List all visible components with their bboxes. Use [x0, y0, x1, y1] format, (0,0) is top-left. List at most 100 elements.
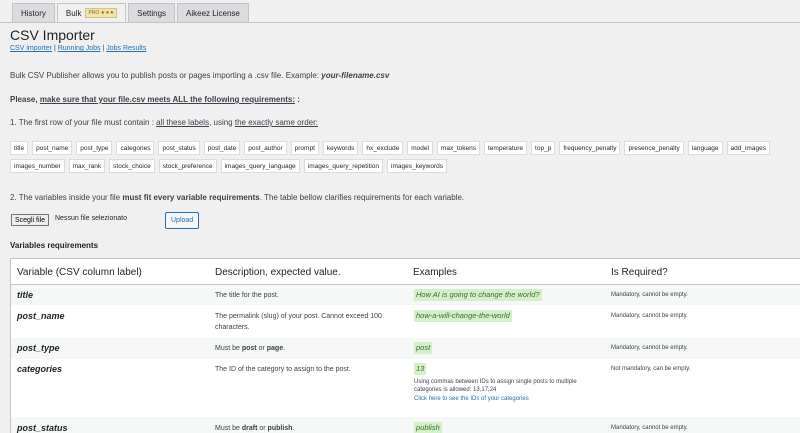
table-row: categories The ID of the category to ass… [11, 359, 800, 417]
step1-link-order: the exactly same order: [234, 118, 319, 127]
csv-label-chip: stock_preference [158, 159, 217, 173]
csv-label-chip: frequency_penalty [559, 141, 621, 155]
desc-text: . [292, 425, 295, 432]
tab-label: Settings [137, 8, 167, 18]
table-row: post_name The permalink (slug) of your p… [11, 305, 800, 338]
desc-bold: post [241, 345, 257, 352]
csv-label-chip: top_p [531, 141, 556, 155]
variable-description: Must be draft or publish. [215, 423, 294, 433]
sub-navigation: CSV importer | Running Jobs | Jobs Resul… [10, 45, 146, 52]
jobs-results-link[interactable]: Jobs Results [106, 45, 146, 52]
csv-label-chip: max_tokens [436, 141, 480, 155]
notice-link: make sure that your file.csv meets ALL t… [39, 95, 295, 104]
example-chip: post [414, 342, 433, 354]
step1-body: 1. The first row of your file must conta… [10, 118, 157, 127]
requirements-notice: Please, make sure that your file.csv mee… [10, 95, 300, 104]
csv-label-chip: temperature [484, 141, 528, 155]
desc-text: Must be [215, 345, 242, 352]
step-1-text: 1. The first row of your file must conta… [10, 118, 318, 127]
header-examples: Examples [413, 267, 457, 278]
csv-label-chip: language [687, 141, 723, 155]
csv-label-chip: categories [116, 141, 155, 155]
csv-label-chip: prompt [290, 141, 319, 155]
file-status-text: Nessun file selezionato [55, 215, 127, 222]
variable-example: post [414, 342, 433, 354]
example-chip: how-a-will-change-the-world [414, 310, 512, 322]
tab-divider [0, 22, 800, 23]
step1-mid: , using [209, 118, 235, 127]
csv-importer-link[interactable]: CSV importer [10, 45, 52, 52]
variable-name: categories [17, 364, 63, 374]
tab-settings[interactable]: Settings [128, 3, 176, 22]
desc-bold: publish [267, 425, 293, 432]
csv-label-chip: images_number [10, 159, 65, 173]
table-row: title The title for the post. How AI is … [11, 285, 800, 305]
variable-description: The ID of the category to assign to the … [215, 366, 351, 373]
csv-label-chip: keywords [322, 141, 359, 155]
variable-description: Must be post or page. [215, 343, 285, 354]
page-title: CSV Importer [10, 27, 95, 43]
choose-file-button[interactable]: Scegli file [11, 214, 49, 226]
running-jobs-link[interactable]: Running Jobs [58, 45, 101, 52]
example-chip: publish [414, 422, 442, 433]
example-chip: How AI is going to change the world? [414, 289, 542, 301]
category-ids-link[interactable]: Click here to see the IDs of your catego… [414, 394, 599, 405]
desc-text: or [257, 425, 268, 432]
step2-rest: . The table bellow clarifies requirement… [259, 193, 465, 202]
table-row: post_type Must be post or page. post Man… [11, 338, 800, 359]
desc-text: Must be [215, 425, 242, 432]
notice-suffix: : [295, 95, 300, 104]
table-row: post_status Must be draft or publish. pu… [11, 417, 800, 433]
variable-example: publish [414, 422, 442, 433]
desc-text: or [256, 345, 267, 352]
tab-label: Aikeez License [186, 8, 240, 18]
tab-bulk[interactable]: Bulk PRO ★★★ [56, 3, 127, 22]
csv-label-chip: max_rank [68, 159, 106, 173]
upload-button[interactable]: Upload [165, 212, 200, 229]
csv-label-chip: images_keywords [387, 159, 448, 173]
variable-name: title [17, 290, 34, 300]
variable-example: how-a-will-change-the-world [414, 310, 512, 322]
variable-required: Mandatory, cannot be empty. [611, 345, 688, 351]
variable-required: Not mandatory, can be empty. [611, 366, 691, 372]
variable-description: The title for the post. [215, 292, 279, 299]
variable-example: 13 Using commas between IDs to assign si… [414, 363, 599, 405]
header-required: Is Required? [611, 267, 668, 278]
csv-label-chip: images_query_repetition [303, 159, 383, 173]
variable-name: post_status [17, 423, 68, 433]
tab-history[interactable]: History [12, 3, 55, 22]
desc-bold: draft [241, 425, 258, 432]
variable-required: Mandatory, cannot be empty. [611, 425, 688, 431]
variable-required: Mandatory, cannot be empty. [611, 292, 688, 298]
tab-label: Bulk [65, 8, 82, 18]
variable-description: The permalink (slug) of your post. Canno… [215, 313, 382, 331]
step2-bold: must fit every variable requirements [122, 193, 260, 202]
csv-label-chip: post_status [158, 141, 200, 155]
csv-label-chip: post_author [244, 141, 287, 155]
csv-label-chip: post_date [203, 141, 241, 155]
csv-label-chip: post_type [76, 141, 113, 155]
csv-label-chip: hx_exclude [362, 141, 404, 155]
csv-label-chip: images_query_language [220, 159, 300, 173]
variable-example: How AI is going to change the world? [414, 289, 542, 301]
csv-label-chip: model [407, 141, 433, 155]
csv-label-chip: presence_penalty [624, 141, 684, 155]
variables-table: Variable (CSV column label) Description,… [10, 258, 800, 433]
example-chip: 13 [414, 363, 427, 375]
variable-name: post_name [17, 311, 65, 321]
csv-label-chip: post_name [32, 141, 73, 155]
notice-prefix: Please, [10, 95, 40, 104]
intro-body: Bulk CSV Publisher allows you to publish… [10, 71, 322, 80]
example-note: Using commas between IDs to assign singl… [414, 379, 577, 393]
header-description: Description, expected value. [215, 267, 341, 278]
header-variable: Variable (CSV column label) [17, 267, 142, 278]
csv-label-chip: title [10, 141, 29, 155]
desc-text: . [283, 345, 286, 352]
desc-bold: page [266, 345, 284, 352]
csv-label-chip: add_images [726, 141, 770, 155]
variable-name: post_type [17, 343, 60, 353]
variable-required: Mandatory, cannot be empty. [611, 313, 688, 319]
tab-license[interactable]: Aikeez License [177, 3, 249, 22]
step-2-text: 2. The variables inside your file must f… [10, 193, 464, 202]
csv-label-chip: stock_choice [109, 159, 155, 173]
